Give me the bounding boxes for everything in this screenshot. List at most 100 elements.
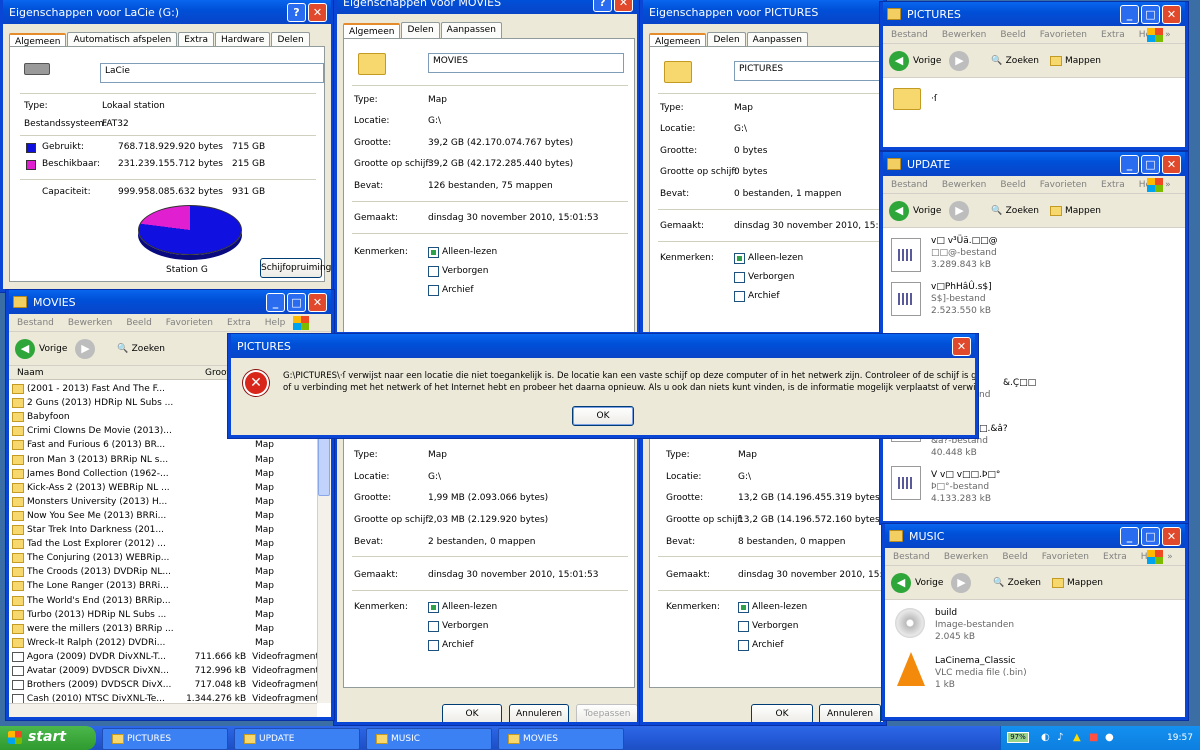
readonly-checkbox[interactable]	[428, 247, 439, 258]
list-item[interactable]: The Conjuring (2013) WEBRip... Map	[9, 551, 319, 565]
ok-button[interactable]: OK	[442, 704, 502, 722]
maximize-button[interactable]: □	[1141, 526, 1160, 546]
menu-favorites[interactable]: Favorieten	[1042, 552, 1089, 562]
close-button[interactable]: ✕	[614, 0, 633, 12]
file-name[interactable]: v□PhHâÛ.s$]	[931, 282, 992, 292]
back-arrow-icon[interactable]: ◀	[889, 50, 909, 71]
hidden-checkbox[interactable]	[428, 266, 439, 277]
help-button[interactable]: ?	[287, 2, 306, 22]
close-button[interactable]: ✕	[1162, 4, 1181, 24]
menu-favorites[interactable]: Favorieten	[1040, 30, 1087, 40]
search-button[interactable]: Zoeken	[1006, 206, 1039, 216]
ok-button[interactable]: OK	[751, 704, 813, 722]
list-item[interactable]: Avatar (2009) DVDSCR DivXN... 712.996 kB V…	[9, 664, 319, 678]
file-name[interactable]: &.Ç□□	[1003, 378, 1036, 388]
menu-file[interactable]: Bestand	[893, 552, 930, 562]
maximize-button[interactable]: □	[1141, 4, 1160, 24]
archive-checkbox[interactable]	[428, 285, 439, 296]
menu-tools[interactable]: Extra	[1101, 30, 1125, 40]
title-bar[interactable]: PICTURES ✕	[231, 334, 975, 358]
close-button[interactable]: ✕	[308, 2, 327, 22]
back-button[interactable]: Vorige	[915, 578, 943, 588]
title-bar[interactable]: MUSIC _ □ ✕	[885, 524, 1185, 548]
horizontal-scrollbar[interactable]	[9, 703, 317, 717]
menu-file[interactable]: Bestand	[891, 30, 928, 40]
taskbar-item-pictures[interactable]: PICTURES	[102, 728, 228, 750]
menu-view[interactable]: Beeld	[1002, 552, 1027, 562]
battery-icon[interactable]: 97%	[1007, 732, 1029, 743]
list-item[interactable]: Kick-Ass 2 (2013) WEBRip NL ... Map	[9, 481, 319, 495]
close-button[interactable]: ✕	[1162, 526, 1181, 546]
back-arrow-icon[interactable]: ◀	[15, 338, 35, 359]
file-name[interactable]: build	[935, 608, 957, 618]
menu-tools[interactable]: Extra	[1101, 180, 1125, 190]
toolbar-overflow[interactable]: »	[1165, 30, 1171, 40]
menu-favorites[interactable]: Favorieten	[166, 318, 213, 328]
list-item[interactable]: The Lone Ranger (2013) BRRi... Map	[9, 579, 319, 593]
apply-button[interactable]: Toepassen	[576, 704, 637, 722]
minimize-button[interactable]: _	[266, 292, 285, 312]
file-name[interactable]: LaCinema_Classic	[935, 656, 1015, 666]
folder-name-field[interactable]: MOVIES	[428, 53, 624, 73]
menu-tools[interactable]: Extra	[227, 318, 251, 328]
title-bar[interactable]: Eigenschappen voor MOVIES? ✕	[337, 0, 637, 14]
file-name[interactable]: v□ v³Üä.□□@	[931, 236, 998, 246]
vlc-cone-icon[interactable]	[897, 652, 925, 686]
maximize-button[interactable]: □	[287, 292, 306, 312]
menu-view[interactable]: Beeld	[126, 318, 151, 328]
taskbar-item-update[interactable]: UPDATE	[234, 728, 360, 750]
hidden-checkbox[interactable]	[428, 621, 439, 632]
search-button[interactable]: Zoeken	[132, 344, 165, 354]
menu-edit[interactable]: Bewerken	[944, 552, 988, 562]
close-button[interactable]: ✕	[952, 336, 971, 356]
list-item[interactable]: were the millers (2013) BRRip ... Map	[9, 622, 319, 636]
folders-button[interactable]: Mappen	[1065, 56, 1101, 66]
list-item[interactable]: Monsters University (2013) H... Map	[9, 495, 319, 509]
list-item[interactable]: Now You See Me (2013) BRRi... Map	[9, 509, 319, 523]
back-arrow-icon[interactable]: ◀	[889, 200, 909, 221]
archive-checkbox[interactable]	[734, 291, 745, 302]
forward-arrow-icon[interactable]: ▶	[949, 200, 970, 221]
menu-favorites[interactable]: Favorieten	[1040, 180, 1087, 190]
minimize-button[interactable]: _	[1120, 526, 1139, 546]
menu-help[interactable]: Help	[265, 318, 286, 328]
list-item[interactable]: Fast and Furious 6 (2013) BR... Map	[9, 438, 319, 452]
title-bar[interactable]: PICTURES _ □ ✕	[883, 2, 1185, 26]
network-icon[interactable]: ◐	[1041, 732, 1050, 743]
folders-button[interactable]: Mappen	[1067, 578, 1103, 588]
list-item[interactable]: Iron Man 3 (2013) BRRip NL s... Map	[9, 453, 319, 467]
file-name[interactable]: V v□ v□□.Þ□°	[931, 470, 1000, 480]
archive-checkbox[interactable]	[738, 640, 749, 651]
back-button[interactable]: Vorige	[913, 206, 941, 216]
antivirus-icon[interactable]: ●	[1105, 732, 1114, 743]
back-button[interactable]: Vorige	[913, 56, 941, 66]
disc-image-icon[interactable]	[895, 608, 925, 638]
start-button[interactable]: start	[0, 726, 96, 750]
folder-name-field[interactable]: PICTURES	[734, 61, 883, 81]
volume-icon[interactable]: ♪	[1057, 732, 1063, 743]
readonly-checkbox[interactable]	[738, 602, 749, 613]
hidden-checkbox[interactable]	[738, 621, 749, 632]
readonly-checkbox[interactable]	[734, 253, 745, 264]
archive-checkbox[interactable]	[428, 640, 439, 651]
help-button[interactable]: ?	[593, 0, 612, 12]
minimize-button[interactable]: _	[1120, 4, 1139, 24]
list-item[interactable]: Brothers (2009) DVDSCR DivX... 717.048 kB…	[9, 678, 319, 692]
tab-customize[interactable]: Aanpassen	[440, 22, 502, 38]
minimize-button[interactable]: _	[1120, 154, 1139, 174]
menu-file[interactable]: Bestand	[17, 318, 54, 328]
column-name-header[interactable]: Naam	[17, 368, 44, 378]
cancel-button[interactable]: Annuleren	[509, 704, 569, 722]
clock[interactable]: 19:57	[1167, 733, 1193, 743]
menu-edit[interactable]: Bewerken	[942, 180, 986, 190]
search-button[interactable]: Zoeken	[1008, 578, 1041, 588]
list-item[interactable]: Star Trek Into Darkness (201... Map	[9, 523, 319, 537]
list-item[interactable]: Tad the Lost Explorer (2012) ... Map	[9, 537, 319, 551]
menu-view[interactable]: Beeld	[1000, 180, 1025, 190]
toolbar-overflow[interactable]: »	[1167, 552, 1173, 562]
list-item[interactable]: Agora (2009) DVDR DivXNL-T... 711.666 kB V…	[9, 650, 319, 664]
file-icon[interactable]	[891, 466, 921, 500]
cancel-button[interactable]: Annuleren	[819, 704, 881, 722]
title-bar[interactable]: MOVIES _ □ ✕	[9, 290, 331, 314]
title-bar[interactable]: Eigenschappen voor LaCie (G:)? ✕	[3, 0, 331, 24]
